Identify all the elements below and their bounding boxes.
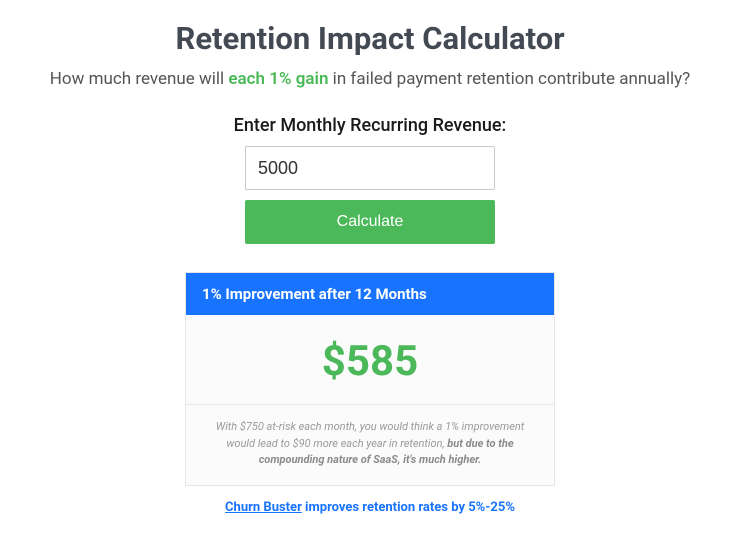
mrr-label: Enter Monthly Recurring Revenue:	[20, 115, 720, 136]
result-header: 1% Improvement after 12 Months	[186, 273, 554, 315]
mrr-input[interactable]	[245, 146, 495, 190]
churn-buster-link[interactable]: Churn Buster	[225, 500, 302, 515]
subtitle-post: in failed payment retention contribute a…	[328, 69, 690, 89]
page-title: Retention Impact Calculator	[20, 20, 720, 57]
input-wrap: Calculate	[20, 146, 720, 244]
footer-tail: improves retention rates by 5%-25%	[302, 500, 515, 515]
subtitle: How much revenue will each 1% gain in fa…	[20, 69, 720, 89]
result-note: With $750 at-risk each month, you would …	[186, 404, 554, 485]
calculate-button[interactable]: Calculate	[245, 200, 495, 244]
subtitle-pre: How much revenue will	[50, 69, 229, 89]
subtitle-highlight: each 1% gain	[228, 69, 328, 89]
result-amount: $585	[186, 315, 554, 404]
footer-note: Churn Buster improves retention rates by…	[20, 500, 720, 515]
result-card: 1% Improvement after 12 Months $585 With…	[185, 272, 555, 486]
